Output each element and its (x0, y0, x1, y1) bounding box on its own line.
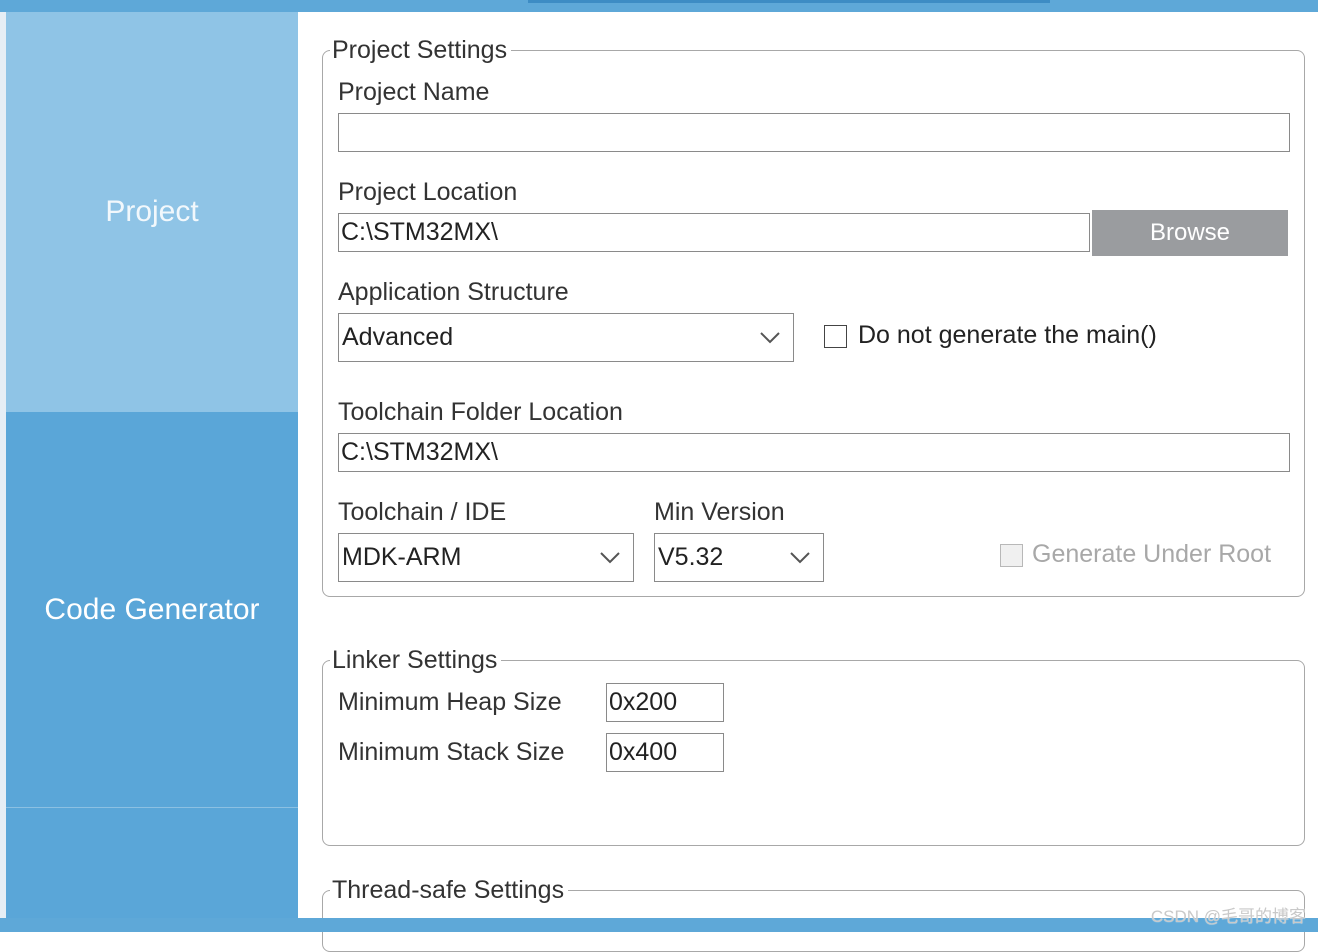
watermark: CSDN @毛哥的博客 (1150, 907, 1306, 926)
stack-size-input[interactable]: 0x400 (606, 733, 724, 772)
browse-button[interactable]: Browse (1092, 210, 1288, 256)
stack-size-label: Minimum Stack Size (338, 738, 565, 766)
sidebar-item-code-generator[interactable]: Code Generator (6, 412, 298, 808)
chevron-down-icon (790, 551, 810, 563)
project-name-input[interactable] (338, 113, 1290, 152)
generate-under-root-checkbox[interactable] (1000, 544, 1023, 567)
min-version-select[interactable]: V5.32 (654, 533, 824, 582)
toolchain-folder-input[interactable]: C:\STM32MX\ (338, 433, 1290, 472)
top-bar (0, 0, 1318, 12)
application-structure-value: Advanced (342, 323, 454, 351)
chevron-down-icon (600, 551, 620, 563)
sidebar-item-label: Project (105, 195, 199, 228)
linker-settings-legend: Linker Settings (330, 646, 502, 675)
project-name-label: Project Name (338, 78, 490, 106)
application-structure-label: Application Structure (338, 278, 569, 306)
sidebar: Project Code Generator (6, 12, 298, 918)
toolchain-ide-label: Toolchain / IDE (338, 498, 507, 526)
min-version-value: V5.32 (658, 543, 724, 571)
sidebar-item-project[interactable]: Project (6, 12, 298, 412)
generate-under-root-label: Generate Under Root (1032, 540, 1272, 568)
toolchain-ide-select[interactable]: MDK-ARM (338, 533, 634, 582)
min-version-label: Min Version (654, 498, 785, 526)
toolchain-folder-label: Toolchain Folder Location (338, 398, 623, 426)
project-location-input[interactable]: C:\STM32MX\ (338, 213, 1090, 252)
heap-size-input[interactable]: 0x200 (606, 683, 724, 722)
toolchain-ide-value: MDK-ARM (342, 543, 462, 571)
sidebar-item-advanced[interactable] (6, 808, 298, 918)
settings-panel: Project Settings Project Name Project Lo… (298, 12, 1318, 952)
project-location-label: Project Location (338, 178, 518, 206)
bottom-bar (0, 918, 1318, 932)
sidebar-item-label: Code Generator (44, 592, 260, 626)
no-main-label: Do not generate the main() (858, 321, 1157, 349)
no-main-checkbox[interactable] (824, 325, 847, 348)
top-tab-indicator (528, 0, 1050, 3)
thread-safe-settings-legend: Thread-safe Settings (330, 876, 569, 905)
application-structure-select[interactable]: Advanced (338, 313, 794, 362)
project-settings-legend: Project Settings (330, 36, 512, 65)
chevron-down-icon (760, 331, 780, 343)
heap-size-label: Minimum Heap Size (338, 688, 562, 716)
